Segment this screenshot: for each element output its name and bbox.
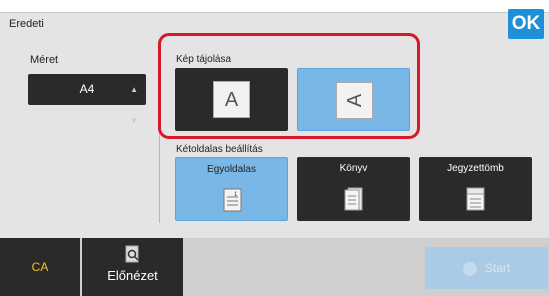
duplex-tablet-label: Jegyzettömb (447, 163, 504, 174)
preview-label: Előnézet (107, 268, 158, 283)
preview-button[interactable]: Előnézet (82, 238, 183, 296)
page-title: Eredeti (9, 18, 44, 30)
ca-button[interactable]: CA (0, 238, 80, 296)
start-icon (462, 261, 477, 276)
single-sided-page-icon: 1 (223, 188, 242, 212)
start-label: Start (484, 261, 511, 275)
size-value: A4 (79, 82, 95, 96)
duplex-simplex-button[interactable]: Egyoldalas 1 (175, 157, 288, 221)
size-select[interactable]: A4 ▲ ▼ (28, 74, 146, 125)
preview-magnifier-icon (125, 245, 139, 263)
duplex-simplex-label: Egyoldalas (207, 164, 256, 175)
duplex-label: Kétoldalas beállítás (176, 144, 263, 155)
duplex-tablet-button[interactable]: Jegyzettömb (419, 157, 532, 221)
size-label: Méret (30, 54, 59, 66)
start-button[interactable]: Start (425, 247, 548, 289)
tablet-page-icon (466, 187, 485, 211)
book-page-icon (344, 187, 363, 211)
duplex-book-label: Könyv (339, 163, 368, 174)
up-down-caret-icon: ▲ ▼ (130, 85, 138, 125)
duplex-book-button[interactable]: Könyv (297, 157, 410, 221)
highlight-frame (158, 33, 420, 139)
original-settings-screen: Eredeti OK Méret A4 ▲ ▼ Kép tájolása A A … (0, 0, 549, 296)
ok-button[interactable]: OK (508, 9, 544, 39)
